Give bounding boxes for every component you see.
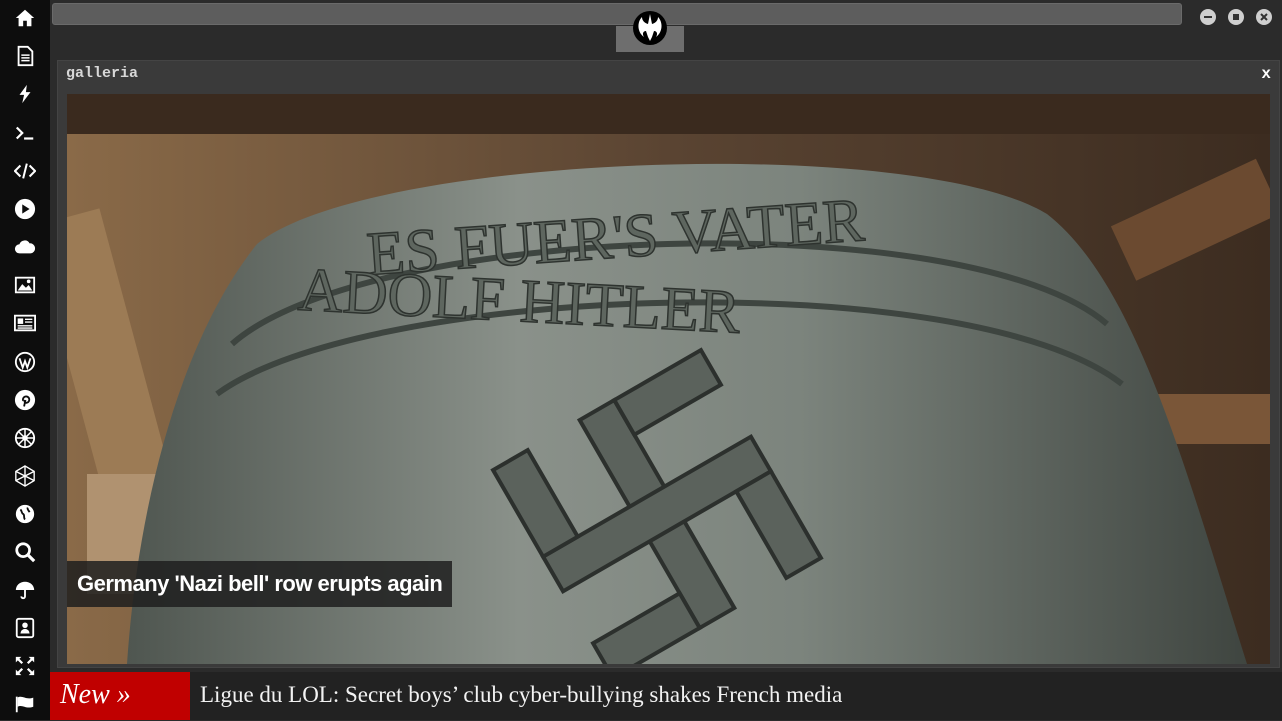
document-icon xyxy=(17,45,34,67)
expand-icon xyxy=(15,656,35,676)
sidebar-item-code[interactable] xyxy=(0,154,50,188)
sidebar-item-flag[interactable] xyxy=(0,687,50,721)
network-icon xyxy=(15,465,35,487)
sidebar-item-news[interactable] xyxy=(0,306,50,340)
galleria-window: galleria x ES FUER'S VATER ADOLF HITLER … xyxy=(57,60,1280,668)
news-ticker: New » Ligue du LOL: Secret boys’ club cy… xyxy=(50,672,1282,720)
search-icon xyxy=(15,542,36,563)
sidebar-item-search[interactable] xyxy=(0,535,50,569)
sidebar-item-rebel[interactable] xyxy=(0,421,50,455)
sidebar-item-globe[interactable] xyxy=(0,497,50,531)
terminal-icon xyxy=(15,126,34,140)
sidebar-item-home[interactable] xyxy=(0,1,50,35)
minimize-button[interactable] xyxy=(1200,9,1216,25)
sidebar-item-play[interactable] xyxy=(0,192,50,226)
sidebar-item-bolt[interactable] xyxy=(0,77,50,111)
sidebar-item-network[interactable] xyxy=(0,459,50,493)
umbrella-icon xyxy=(15,581,35,600)
pinterest-icon xyxy=(14,389,36,411)
close-icon xyxy=(1260,13,1268,21)
top-bar xyxy=(50,0,1282,52)
sidebar xyxy=(0,0,50,720)
close-button[interactable] xyxy=(1256,9,1272,25)
wordpress-icon xyxy=(14,351,36,373)
cloud-icon xyxy=(14,240,36,254)
address-bar[interactable] xyxy=(52,3,1182,25)
maximize-icon xyxy=(1233,14,1239,20)
logo-tab[interactable] xyxy=(616,11,684,52)
sidebar-item-umbrella[interactable] xyxy=(0,573,50,607)
sidebar-item-contact[interactable] xyxy=(0,611,50,645)
code-icon xyxy=(14,163,36,179)
gallery-photo[interactable]: ES FUER'S VATER ADOLF HITLER Germany 'Na… xyxy=(67,94,1270,664)
sidebar-item-document[interactable] xyxy=(0,39,50,73)
ticker-badge: New » xyxy=(50,672,190,720)
window-title: galleria xyxy=(66,65,139,82)
sidebar-item-image[interactable] xyxy=(0,268,50,302)
sidebar-item-wordpress[interactable] xyxy=(0,345,50,379)
home-icon xyxy=(15,9,35,27)
minimize-icon xyxy=(1204,16,1212,18)
window-close-button[interactable]: x xyxy=(1261,65,1271,83)
bolt-icon xyxy=(19,84,31,104)
sidebar-item-expand[interactable] xyxy=(0,649,50,683)
play-icon xyxy=(14,198,36,220)
sidebar-item-pinterest[interactable] xyxy=(0,383,50,417)
globe-icon xyxy=(15,504,35,524)
photo-caption[interactable]: Germany 'Nazi bell' row erupts again xyxy=(67,561,453,607)
sidebar-item-cloud[interactable] xyxy=(0,230,50,264)
rebel-alliance-icon xyxy=(14,427,36,449)
news-icon xyxy=(14,314,36,332)
contact-card-icon xyxy=(15,617,35,639)
flag-icon xyxy=(15,696,34,713)
ticker-headline[interactable]: Ligue du LOL: Secret boys’ club cyber-bu… xyxy=(200,672,842,720)
rebel-alliance-icon xyxy=(633,11,667,45)
maximize-button[interactable] xyxy=(1228,9,1244,25)
sidebar-item-terminal[interactable] xyxy=(0,116,50,150)
image-icon xyxy=(14,276,36,294)
